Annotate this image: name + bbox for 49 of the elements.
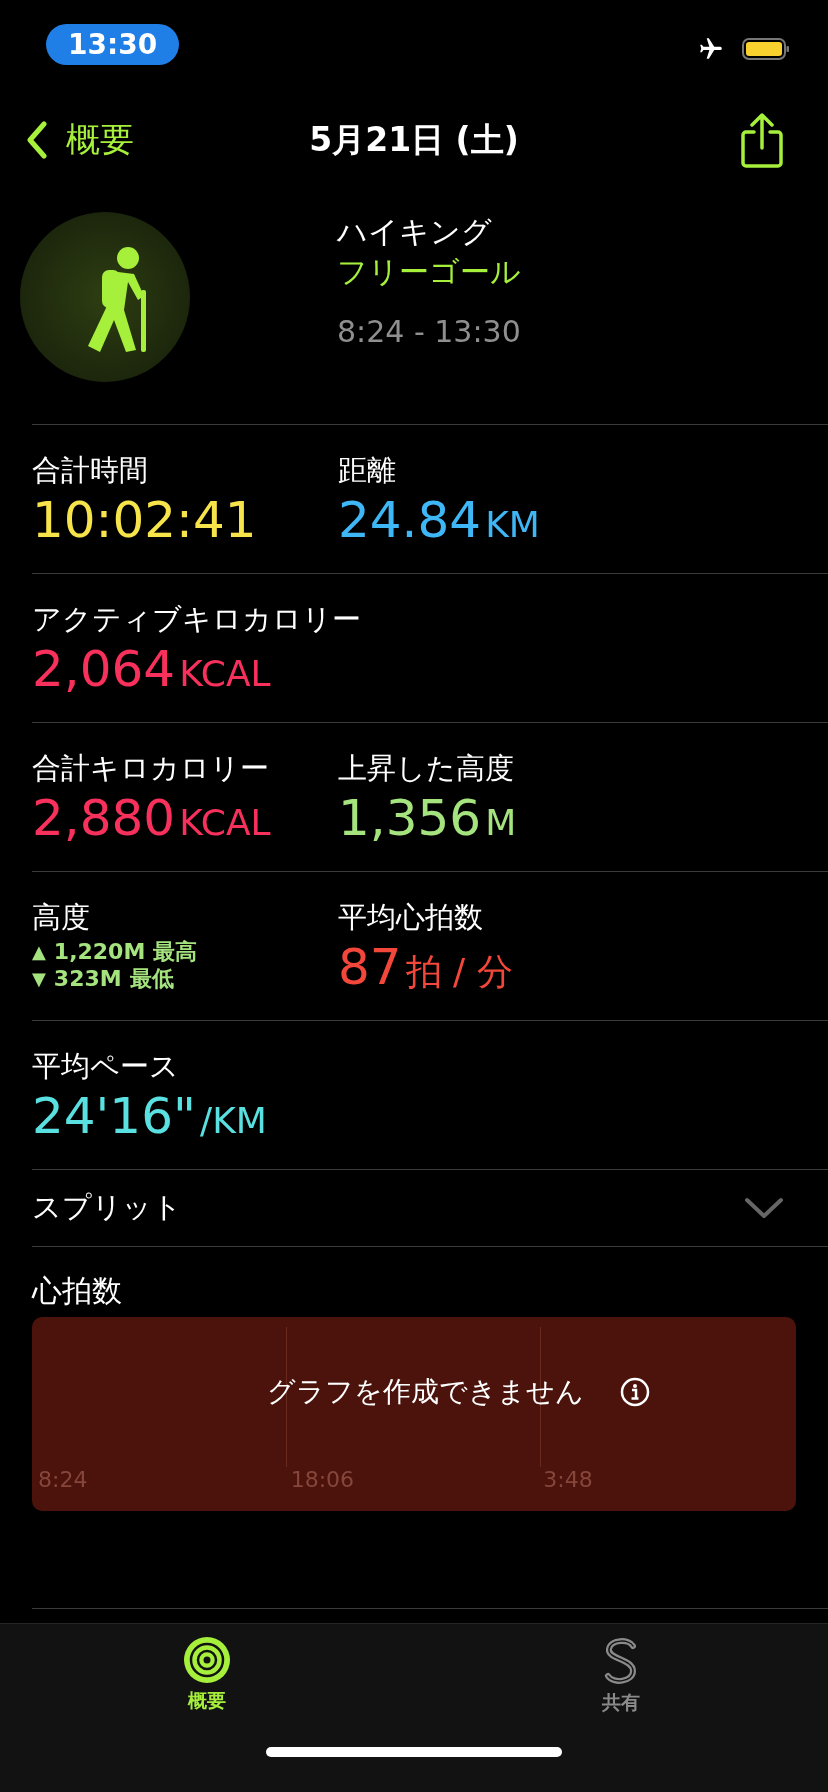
share-icon[interactable]	[740, 112, 784, 168]
metric-value: 1,356	[338, 788, 482, 849]
metric-value: 24'16"	[32, 1086, 196, 1147]
heart-rate-title: 心拍数	[32, 1272, 123, 1310]
metric-label: 平均心拍数	[338, 899, 484, 936]
range-label: 最高	[153, 938, 198, 965]
tab[interactable]: 共有	[414, 1624, 828, 1717]
back-chevron-icon	[26, 121, 48, 159]
battery-icon	[742, 37, 790, 61]
metric-unit: KM	[485, 503, 540, 547]
metric-unit: KCAL	[179, 801, 271, 845]
range-arrow: ▲	[32, 940, 46, 964]
metric-unit: M	[485, 801, 517, 845]
workout-time-range: 8:24 - 13:30	[337, 314, 521, 349]
range-arrow: ▼	[32, 967, 46, 991]
rings-icon	[183, 1636, 231, 1684]
metric-unit: /KM	[200, 1099, 267, 1143]
tab[interactable]: 概要	[0, 1624, 414, 1717]
metric-value: 24.84	[338, 490, 482, 551]
metric-label: 平均ペース	[32, 1048, 180, 1085]
s-shape-icon	[603, 1636, 639, 1686]
metric-label: アクティブキロカロリー	[32, 601, 361, 638]
metric-value: 2,880	[32, 788, 176, 849]
metric-value: 87	[338, 937, 402, 998]
time-label: 18:06	[290, 1467, 356, 1492]
metric-label: 合計キロカロリー	[32, 750, 270, 787]
range-value: 323M	[53, 965, 122, 992]
metric-unit: KCAL	[179, 652, 271, 696]
metric-value: 2,064	[32, 639, 176, 700]
back-button[interactable]: 概要	[26, 117, 134, 163]
metric-label: 上昇した高度	[338, 750, 515, 787]
metric-label: 高度	[32, 899, 91, 936]
metric-label: 合計時間	[32, 452, 149, 489]
workout-goal: フリーゴール	[337, 253, 521, 291]
no-graph-message: グラフを作成できません	[266, 1374, 584, 1410]
info-icon[interactable]	[619, 1377, 650, 1407]
time-label: 8:24	[38, 1467, 89, 1492]
chevron-down-icon[interactable]	[744, 1197, 784, 1219]
nav-title: 5月21日 (土)	[308, 118, 520, 161]
metric-label: 距離	[338, 452, 397, 489]
workout-name: ハイキング	[337, 213, 493, 251]
metric-unit: 拍 / 分	[405, 950, 513, 994]
hiker-icon	[20, 212, 190, 382]
metric-value: 10:02:41	[32, 490, 257, 551]
status-time: 13:30	[46, 24, 180, 65]
splits-label: スプリット	[32, 1189, 182, 1226]
range-label: 最低	[129, 965, 174, 992]
range-value: 1,220M	[53, 938, 146, 965]
time-label: 3:48	[543, 1467, 594, 1492]
